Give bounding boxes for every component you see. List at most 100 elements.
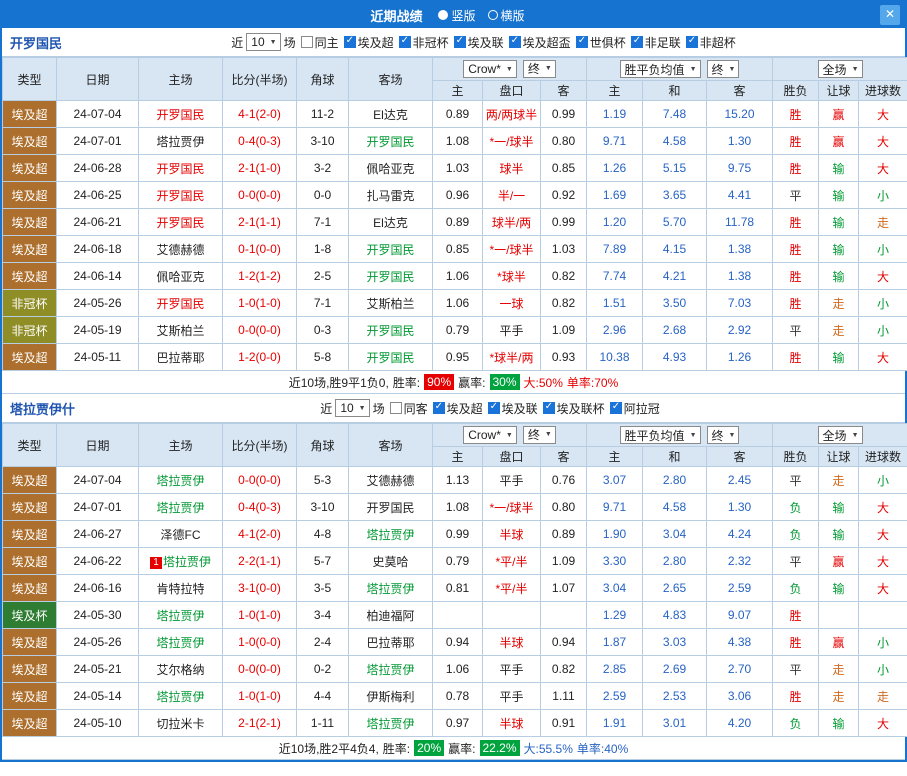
filter-checkbox[interactable]: 非足联 [631, 34, 681, 51]
checkbox-icon[interactable] [686, 36, 698, 48]
filter-checkbox[interactable]: 世俱杯 [576, 34, 626, 51]
final-odds-select-2[interactable]: 终▼ [707, 426, 740, 444]
filter-checkbox[interactable]: 埃及超 [433, 400, 483, 417]
type-cell: 埃及超 [3, 494, 57, 521]
europe-odds-select[interactable]: 胜平负均值▼ [620, 426, 701, 444]
home-team-cell: 开罗国民 [139, 155, 223, 182]
filter-controls: 近10▼场同客埃及超埃及联埃及联杯阿拉冠 [75, 399, 905, 417]
filter-checkbox[interactable]: 埃及联 [454, 34, 504, 51]
col-ed: 和 [643, 447, 707, 467]
filter-checkbox[interactable]: 非超杯 [686, 34, 736, 51]
score-cell: 2-1(1-0) [223, 155, 297, 182]
date-cell: 24-06-27 [57, 521, 139, 548]
scope-select[interactable]: 全场▼ [818, 426, 863, 444]
date-cell: 24-05-21 [57, 656, 139, 683]
results-tbody: 埃及超24-07-04塔拉贾伊0-0(0-0)5-3艾德赫德1.13平手0.76… [3, 467, 907, 737]
euro-draw-odds: 4.58 [643, 128, 707, 155]
filter-checkbox[interactable]: 埃及超 [344, 34, 394, 51]
corners-cell: 3-5 [297, 575, 349, 602]
europe-odds-select[interactable]: 胜平负均值▼ [620, 60, 701, 78]
radio-unchecked-icon[interactable] [488, 10, 498, 20]
filter-checkbox[interactable]: 非冠杯 [399, 34, 449, 51]
match-row: 埃及超24-05-21艾尔格纳0-0(0-0)0-2塔拉贾伊1.06平手0.82… [3, 656, 907, 683]
date-cell: 24-06-16 [57, 575, 139, 602]
goals-result-cell: 大 [859, 128, 907, 155]
col-r3: 进球数 [859, 447, 907, 467]
handicap-result-cell: 走 [819, 467, 859, 494]
scope-select[interactable]: 全场▼ [818, 60, 863, 78]
filter-checkbox[interactable]: 埃及联杯 [543, 400, 605, 417]
bookmaker-select[interactable]: Crow*▼ [463, 426, 517, 444]
radio-checked-icon[interactable] [438, 10, 448, 20]
home-team-cell: 泽德FC [139, 521, 223, 548]
bookmaker-select[interactable]: Crow*▼ [463, 60, 517, 78]
checkbox-icon[interactable] [433, 402, 445, 414]
cover-rate-badge: 30% [490, 374, 520, 390]
euro-draw-odds: 2.53 [643, 683, 707, 710]
checkbox-icon[interactable] [399, 36, 411, 48]
home-team-cell: 艾德赫德 [139, 236, 223, 263]
euro-draw-odds: 2.80 [643, 467, 707, 494]
final-odds-select[interactable]: 终▼ [523, 60, 556, 78]
checkbox-icon[interactable] [344, 36, 356, 48]
checkbox-icon[interactable] [610, 402, 622, 414]
checkbox-icon[interactable] [509, 36, 521, 48]
filter-checkbox[interactable]: 阿拉冠 [610, 400, 660, 417]
checkbox-icon[interactable] [301, 36, 313, 48]
away-team-cell: 巴拉蒂耶 [349, 629, 433, 656]
filter-checkbox[interactable]: 埃及超盃 [509, 34, 571, 51]
goals-result-cell: 大 [859, 710, 907, 737]
score-cell: 2-1(2-1) [223, 710, 297, 737]
col-score: 比分(半场) [223, 424, 297, 467]
filter-checkbox-label: 埃及联杯 [557, 400, 605, 417]
result-cell: 胜 [773, 101, 819, 128]
final-odds-select[interactable]: 终▼ [523, 426, 556, 444]
euro-away-odds: 9.07 [707, 602, 773, 629]
col-hc: 盘口 [483, 447, 541, 467]
goals-result-cell: 大 [859, 101, 907, 128]
handicap-cell: 球半/两 [483, 209, 541, 236]
final-odds-select-2[interactable]: 终▼ [707, 60, 740, 78]
handicap-result-cell: 输 [819, 344, 859, 371]
layout-radio-horizontal[interactable]: 横版 [488, 7, 525, 24]
checkbox-icon[interactable] [390, 402, 402, 414]
filter-checkbox[interactable]: 埃及联 [488, 400, 538, 417]
asian-home-odds: 1.08 [433, 494, 483, 521]
result-cell: 平 [773, 467, 819, 494]
recent-count-select[interactable]: 10▼ [246, 33, 280, 51]
checkbox-icon[interactable] [631, 36, 643, 48]
win-rate-label: 胜率: [393, 374, 420, 391]
goals-result-cell: 大 [859, 548, 907, 575]
checkbox-icon[interactable] [576, 36, 588, 48]
handicap-result-cell: 赢 [819, 548, 859, 575]
away-team-name: 开罗国民 [366, 135, 414, 149]
filter-checkbox-list: 同客埃及超埃及联 埃及联杯 阿拉冠 [385, 400, 660, 417]
checkbox-icon[interactable] [454, 36, 466, 48]
away-team-cell: 塔拉贾伊 [349, 521, 433, 548]
filter-checkbox-label: 阿拉冠 [624, 400, 660, 417]
away-team-cell: 开罗国民 [349, 317, 433, 344]
col-away: 客场 [349, 424, 433, 467]
goals-result-cell: 小 [859, 656, 907, 683]
match-row: 埃及超24-06-16肯特拉特3-1(0-0)3-5塔拉贾伊0.81*平/半1.… [3, 575, 907, 602]
filter-controls: 近10▼场同主埃及超非冠杯埃及联埃及超盃世俱杯非足联非超杯 [62, 33, 905, 51]
col-home: 主场 [139, 58, 223, 101]
asian-home-odds: 0.94 [433, 629, 483, 656]
away-team-name: 艾德赫德 [366, 474, 414, 488]
result-cell: 平 [773, 182, 819, 209]
europe-odds-select-value: 胜平负均值 [625, 427, 685, 444]
handicap-result-cell: 赢 [819, 101, 859, 128]
filter-checkbox[interactable]: 同主 [301, 34, 339, 51]
asian-home-odds: 1.08 [433, 128, 483, 155]
filter-checkbox[interactable]: 同客 [390, 400, 428, 417]
filter-checkbox-label: 非冠杯 [413, 34, 449, 51]
corners-cell: 5-8 [297, 344, 349, 371]
layout-radio-vertical[interactable]: 竖版 [438, 7, 475, 24]
close-button[interactable]: ✕ [880, 5, 900, 25]
euro-draw-odds: 3.01 [643, 710, 707, 737]
corners-cell: 3-10 [297, 128, 349, 155]
recent-count-select[interactable]: 10▼ [335, 399, 369, 417]
match-row: 埃及超24-07-04开罗国民4-1(2-0)11-2El达克0.89两/两球半… [3, 101, 907, 128]
checkbox-icon[interactable] [543, 402, 555, 414]
checkbox-icon[interactable] [488, 402, 500, 414]
